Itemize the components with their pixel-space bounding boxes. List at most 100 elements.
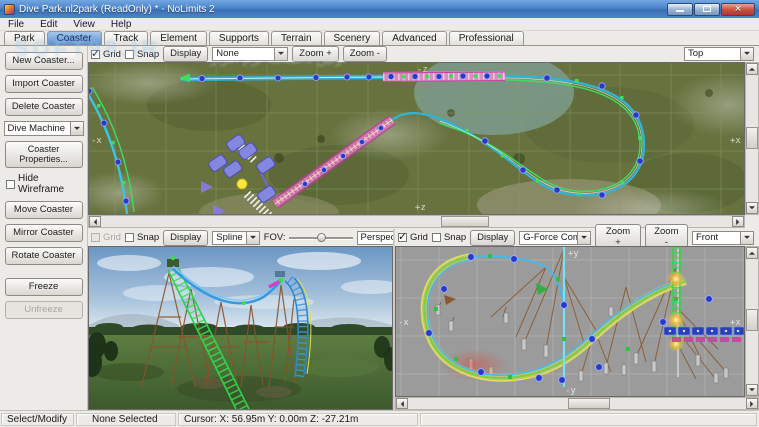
top-view-scene: -z +z -x +x — [89, 63, 744, 214]
track-lift-band — [383, 72, 505, 82]
front-viewport: Grid Snap Display G-Force Coml Zoom + Zo… — [395, 229, 759, 410]
front-viewport-canvas[interactable]: +y -y -x +x — [395, 246, 745, 397]
axis-label-bottom: -y — [565, 386, 576, 396]
axis-label-top: +y — [568, 249, 579, 259]
perspective-viewport: Grid Snap Display Spline FOV: — [88, 229, 393, 410]
menu-help[interactable]: Help — [103, 19, 140, 30]
checkbox-icon — [91, 233, 100, 242]
checkbox-check-icon — [398, 233, 407, 242]
menu-edit[interactable]: Edit — [32, 19, 65, 30]
display-mode-select[interactable]: None — [212, 47, 288, 61]
chevron-down-icon — [740, 47, 754, 61]
snap-label: Snap — [444, 232, 466, 243]
display-mode-select[interactable]: Spline — [212, 231, 259, 245]
scroll-up-icon[interactable] — [746, 247, 758, 259]
chevron-down-icon — [577, 231, 591, 245]
editor-main: New Coaster... Import Coaster Delete Coa… — [0, 46, 759, 410]
display-mode-value: Spline — [212, 231, 245, 245]
perspective-viewport-canvas[interactable] — [88, 246, 393, 410]
tab-supports[interactable]: Supports — [209, 31, 269, 45]
new-coaster-button[interactable]: New Coaster... — [5, 52, 83, 70]
tab-terrain[interactable]: Terrain — [271, 31, 322, 45]
window-title: Dive Park.nl2park (ReadOnly) * - NoLimit… — [19, 4, 667, 15]
snap-checkbox[interactable]: Snap — [432, 232, 466, 243]
maximize-button[interactable] — [694, 3, 720, 16]
fov-slider[interactable] — [289, 232, 353, 244]
perspective-scene — [89, 247, 392, 409]
top-viewport-vscroll[interactable] — [745, 62, 759, 215]
status-cursor: Cursor: X: 56.95m Y: 0.00m Z: -27.21m — [178, 413, 418, 426]
display-mode-value: G-Force Coml — [519, 231, 577, 245]
axis-label-bottom: +z — [415, 203, 426, 213]
view-direction-select[interactable]: Front — [692, 231, 754, 245]
rotate-coaster-button[interactable]: Rotate Coaster — [5, 247, 83, 265]
front-viewport-vscroll[interactable] — [745, 246, 759, 397]
tab-coaster[interactable]: Coaster — [47, 31, 102, 45]
scroll-up-icon[interactable] — [746, 63, 758, 75]
display-button[interactable]: Display — [163, 46, 208, 62]
front-viewport-hscroll[interactable] — [395, 397, 759, 410]
scroll-left-icon[interactable] — [89, 216, 101, 227]
snap-label: Snap — [137, 232, 159, 243]
checkbox-icon — [6, 180, 15, 189]
display-button[interactable]: Display — [163, 230, 208, 246]
scroll-down-icon[interactable] — [746, 384, 758, 396]
zoom-out-button[interactable]: Zoom - — [343, 46, 387, 62]
menu-view[interactable]: View — [65, 19, 103, 30]
snap-checkbox[interactable]: Snap — [125, 232, 159, 243]
import-coaster-button[interactable]: Import Coaster — [5, 75, 83, 93]
axis-label-top: -z — [417, 65, 428, 75]
zoom-in-button[interactable]: Zoom + — [292, 46, 338, 62]
snap-label: Snap — [137, 49, 159, 60]
tab-park[interactable]: Park — [4, 31, 45, 45]
grid-label: Grid — [103, 232, 121, 243]
delete-coaster-button[interactable]: Delete Coaster — [5, 98, 83, 116]
view-direction-value: Front — [692, 231, 740, 245]
minimize-button[interactable] — [667, 3, 693, 16]
tab-element[interactable]: Element — [150, 31, 207, 45]
nolimits2-editor-window: Dive Park.nl2park (ReadOnly) * - NoLimit… — [0, 0, 759, 427]
close-button[interactable]: ✕ — [721, 3, 755, 16]
mirror-coaster-button[interactable]: Mirror Coaster — [5, 224, 83, 242]
status-selection: None Selected — [76, 413, 176, 426]
station-marker-yellow[interactable] — [237, 179, 247, 189]
fov-label: FOV: — [264, 232, 286, 243]
fov-slider-thumb[interactable] — [317, 233, 326, 242]
app-icon — [4, 4, 15, 15]
tab-advanced[interactable]: Advanced — [382, 31, 446, 45]
status-mode: Select/Modify — [1, 413, 74, 426]
grid-label: Grid — [103, 49, 121, 60]
scroll-right-icon[interactable] — [732, 216, 744, 227]
top-viewport: Grid Snap Display None Zoom + Zoom - Top — [88, 46, 759, 229]
unfreeze-button: Unfreeze — [5, 301, 83, 319]
scroll-left-icon[interactable] — [396, 398, 408, 409]
tab-track[interactable]: Track — [104, 31, 149, 45]
menu-file[interactable]: File — [0, 19, 32, 30]
tabbar: Park Coaster Track Element Supports Terr… — [0, 31, 759, 46]
scroll-down-icon[interactable] — [746, 202, 758, 214]
display-mode-value: None — [212, 47, 274, 61]
axis-label-right: +x — [730, 136, 741, 146]
checkbox-icon — [432, 233, 441, 242]
move-coaster-button[interactable]: Move Coaster — [5, 201, 83, 219]
tab-scenery[interactable]: Scenery — [324, 31, 381, 45]
grid-checkbox[interactable]: Grid — [91, 49, 121, 60]
tab-professional[interactable]: Professional — [449, 31, 524, 45]
coaster-select-value: Dive Machine — [4, 121, 70, 136]
coaster-select[interactable]: Dive Machine — [4, 121, 84, 136]
front-viewport-toolbar: Grid Snap Display G-Force Coml Zoom + Zo… — [395, 229, 759, 246]
freeze-button[interactable]: Freeze — [5, 278, 83, 296]
hide-wireframe-checkbox[interactable]: Hide Wireframe — [6, 173, 87, 195]
coaster-properties-button[interactable]: Coaster Properties... — [5, 141, 83, 168]
top-viewport-canvas[interactable]: -z +z -x +x — [88, 62, 745, 215]
view-direction-select[interactable]: Top — [684, 47, 754, 61]
front-view-scene: +y -y -x +x — [396, 247, 744, 396]
display-mode-select[interactable]: G-Force Coml — [519, 231, 591, 245]
snap-checkbox[interactable]: Snap — [125, 49, 159, 60]
grid-checkbox[interactable]: Grid — [398, 232, 428, 243]
status-spacer — [420, 413, 757, 426]
display-button[interactable]: Display — [470, 230, 515, 246]
titlebar: Dive Park.nl2park (ReadOnly) * - NoLimit… — [0, 0, 759, 18]
scroll-right-icon[interactable] — [746, 398, 758, 409]
grid-checkbox: Grid — [91, 232, 121, 243]
